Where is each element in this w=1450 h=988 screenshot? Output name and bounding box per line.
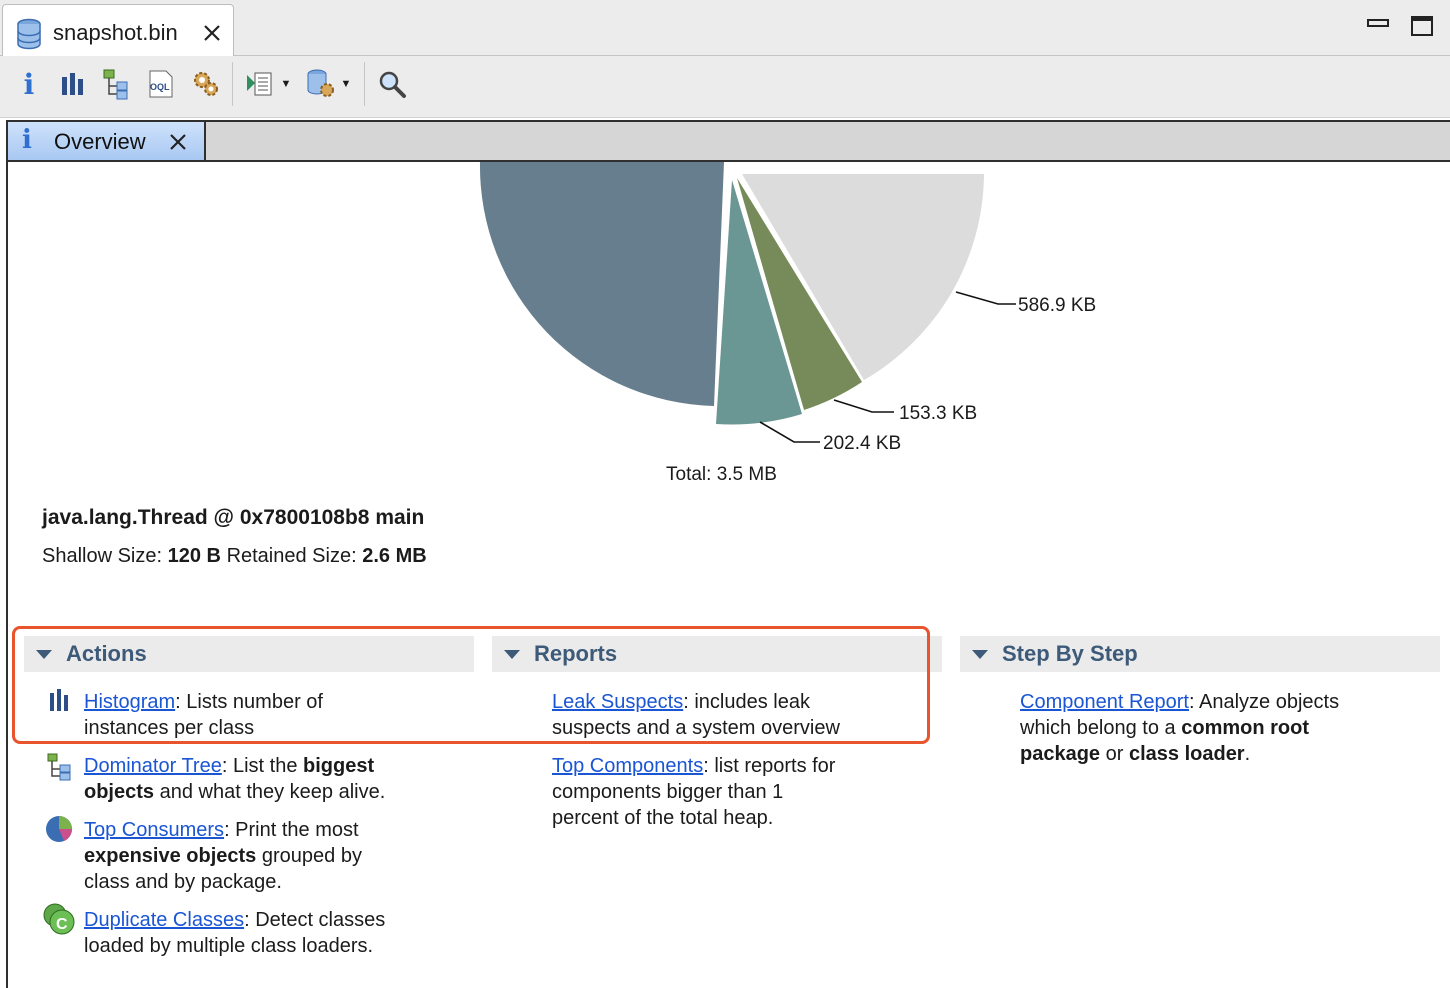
view-tab-bar: i Overview [6, 120, 1450, 162]
tab-overview[interactable]: i Overview [8, 122, 206, 160]
run-report-button[interactable]: ▼ [302, 66, 354, 102]
histogram-icon [48, 688, 72, 717]
search-icon [379, 71, 406, 98]
svg-text:C: C [56, 916, 68, 933]
editor-tab-title: snapshot.bin [53, 20, 178, 45]
component-report-link[interactable]: Component Report [1020, 691, 1189, 713]
overview-button[interactable]: i [14, 66, 44, 102]
chevron-down-icon: ▼ [340, 78, 352, 90]
section-reports-header[interactable]: Reports [492, 636, 942, 672]
info-icon: i [23, 67, 35, 101]
step-component-report: Component Report: Analyze objects which … [1020, 691, 1340, 765]
shallow-size-label: Shallow Size: [42, 545, 163, 567]
maximize-icon[interactable] [1410, 14, 1434, 43]
database-icon [15, 18, 43, 55]
histogram-icon [62, 73, 83, 95]
collapse-triangle-icon[interactable] [504, 650, 520, 659]
top-consumers-icon [44, 814, 74, 849]
report-icon [307, 69, 334, 97]
overview-pane: 586.9 KB 153.3 KB 202.4 KB Total: 3.5 MB… [6, 162, 1450, 988]
heap-dump-overview-button[interactable] [188, 66, 224, 102]
top-consumers-link[interactable]: Top Consumers [84, 819, 224, 841]
pie-total-label: Total: 3.5 MB [666, 464, 777, 485]
section-step-by-step-header[interactable]: Step By Step [960, 636, 1440, 672]
oql-icon: OQL [149, 70, 173, 98]
dominator-tree-link[interactable]: Dominator Tree [84, 755, 222, 777]
object-title: java.lang.Thread @ 0x7800108b8 main [42, 506, 425, 529]
dominator-tree-button[interactable] [100, 66, 134, 102]
action-histogram: Histogram: Lists number of instances per… [84, 691, 323, 739]
top-components-link[interactable]: Top Components [552, 755, 703, 777]
action-duplicate-classes: Duplicate Classes: Detect classes loaded… [84, 909, 386, 957]
leak-suspects-link[interactable]: Leak Suspects [552, 691, 683, 713]
pie-slice-other [479, 162, 724, 406]
action-top-consumers: Top Consumers: Print the most expensive … [84, 819, 362, 893]
pie-label-2: 153.3 KB [899, 403, 977, 424]
pie-label-1: 586.9 KB [1018, 295, 1096, 316]
duplicate-classes-link[interactable]: Duplicate Classes [84, 909, 244, 931]
shallow-size-value: 120 B [167, 545, 221, 567]
section-actions-header[interactable]: Actions [24, 636, 474, 672]
editor-tab-bar: snapshot.bin [0, 0, 1450, 57]
histogram-button[interactable] [56, 66, 90, 102]
tab-overview-label: Overview [54, 129, 146, 154]
oql-button[interactable]: OQL [144, 66, 178, 102]
query-browser-icon [246, 72, 272, 96]
duplicate-classes-icon: C [42, 902, 76, 941]
info-icon: i [22, 125, 32, 155]
svg-text:OQL: OQL [150, 82, 170, 92]
retained-size-label: Retained Size: [226, 545, 357, 567]
close-icon[interactable] [201, 22, 223, 49]
action-dominator-tree: Dominator Tree: List the biggest objects… [84, 755, 386, 803]
dominator-tree-icon [46, 752, 76, 787]
object-sizes: Shallow Size: 120 B Retained Size: 2.6 M… [42, 545, 427, 568]
editor-tab-snapshot[interactable]: snapshot.bin [2, 4, 234, 57]
histogram-link[interactable]: Histogram [84, 691, 175, 713]
pie-label-3: 202.4 KB [823, 433, 901, 454]
minimize-icon[interactable] [1366, 14, 1390, 39]
gear-icon [194, 72, 218, 96]
search-button[interactable] [374, 66, 410, 102]
report-leak-suspects: Leak Suspects: includes leak suspects an… [552, 691, 840, 739]
heap-pie-chart[interactable]: 586.9 KB 153.3 KB 202.4 KB Total: 3.5 MB [8, 162, 1448, 492]
report-top-components: Top Components: list reports for compone… [552, 755, 836, 829]
collapse-triangle-icon[interactable] [972, 650, 988, 659]
toolbar: i OQL ▼ ▼ [0, 56, 1450, 118]
retained-size-value: 2.6 MB [362, 545, 427, 567]
collapse-triangle-icon[interactable] [36, 650, 52, 659]
close-icon[interactable] [168, 132, 188, 157]
query-browser-button[interactable]: ▼ [242, 66, 294, 102]
chevron-down-icon: ▼ [280, 78, 292, 90]
dominator-tree-icon [103, 69, 128, 100]
